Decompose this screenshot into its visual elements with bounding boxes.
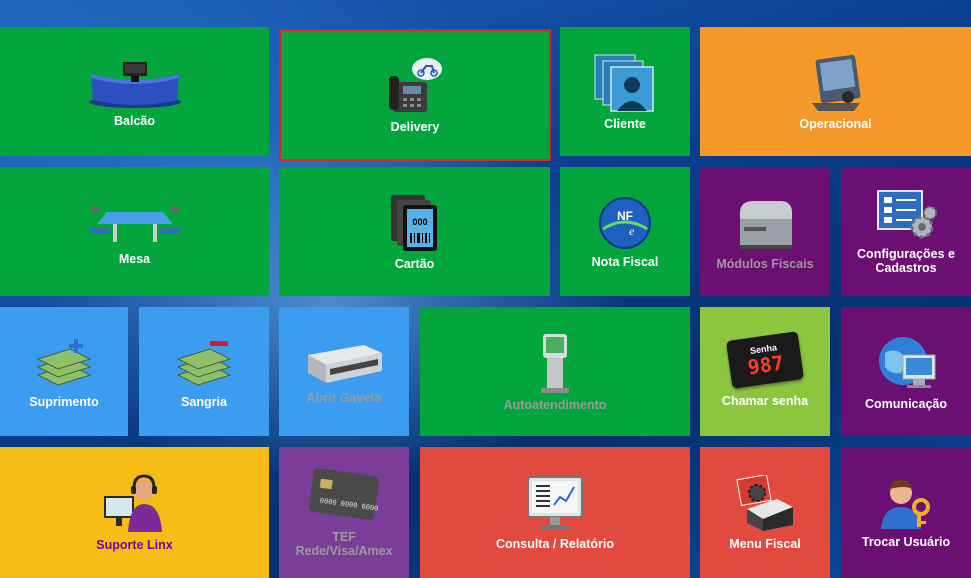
tile-menu-fiscal[interactable]: Menu Fiscal — [700, 447, 830, 578]
tile-label-line2: Rede/Visa/Amex — [295, 543, 393, 558]
tile-sangria[interactable]: Sangria — [139, 307, 269, 436]
tile-trocar-usuario[interactable]: Trocar Usuário — [841, 447, 971, 578]
control-panel-icon — [811, 54, 860, 111]
tile-label: Operacional — [799, 116, 872, 131]
tile-chamar-senha[interactable]: Senha 987 Chamar senha — [700, 307, 830, 436]
tile-nota-fiscal[interactable]: NF e Nota Fiscal — [560, 167, 690, 296]
display-number: 987 — [746, 350, 786, 379]
tile-label: Comunicação — [865, 396, 947, 411]
tile-mesa[interactable]: Mesa — [0, 167, 269, 296]
tile-label: Mesa — [118, 251, 151, 266]
tile-label: Autoatendimento — [503, 397, 607, 412]
svg-text:NF: NF — [617, 209, 633, 223]
tile-delivery[interactable]: Delivery — [279, 29, 551, 161]
tile-suprimento[interactable]: Suprimento — [0, 307, 128, 436]
money-minus-icon — [176, 340, 232, 386]
tile-configuracoes[interactable]: Configurações e Cadastros — [841, 167, 971, 296]
tile-modulos-fiscais[interactable]: Módulos Fiscais — [700, 167, 830, 296]
tile-label: Menu Fiscal — [729, 536, 801, 551]
delivery-phone-icon — [389, 58, 442, 112]
tile-label: Configurações e Cadastros — [857, 246, 955, 275]
fiscal-printer-icon — [736, 474, 793, 531]
tile-consulta[interactable]: Consulta / Relatório — [420, 447, 690, 578]
client-icon — [594, 54, 654, 112]
tile-balcao[interactable]: Balcão — [0, 27, 269, 156]
tile-label: Cliente — [604, 116, 646, 131]
tile-comunicacao[interactable]: Comunicação — [841, 307, 971, 436]
table-icon — [88, 205, 181, 242]
tile-label-line1: TEF — [332, 529, 356, 544]
settings-icon — [877, 189, 937, 238]
tile-label: Consulta / Relatório — [495, 536, 615, 551]
counter-icon — [88, 61, 181, 108]
tile-label: Abrir Gaveta — [306, 390, 382, 405]
tile-abrir-gaveta[interactable]: Abrir Gaveta — [279, 307, 409, 436]
tile-cartao[interactable]: 000 Cartão — [279, 167, 550, 296]
credit-card-icon: 0000 0000 0000 — [308, 467, 380, 520]
tile-tef[interactable]: 0000 0000 0000 TEF Rede/Visa/Amex — [279, 447, 409, 578]
support-agent-icon — [103, 473, 162, 532]
user-key-icon — [881, 479, 930, 529]
tile-label: Balcão — [114, 113, 155, 128]
tile-label: Delivery — [390, 120, 440, 134]
tile-autoatendimento[interactable]: Autoatendimento — [420, 307, 690, 436]
printer-icon — [740, 200, 792, 249]
tile-suporte-linx[interactable]: Suporte Linx — [0, 447, 269, 578]
nfe-icon: NF e — [599, 196, 651, 249]
tile-label: Módulos Fiscais — [716, 256, 814, 271]
report-monitor-icon — [527, 475, 583, 529]
tile-label: Cartão — [394, 256, 435, 271]
svg-text:e: e — [629, 224, 635, 238]
tile-operacional[interactable]: Operacional — [700, 27, 971, 156]
kiosk-icon — [541, 333, 569, 393]
tile-label: Suprimento — [29, 394, 99, 409]
tile-label: TEF Rede/Visa/Amex — [295, 530, 392, 558]
tile-label: Sangria — [181, 394, 227, 409]
globe-monitor-icon — [879, 336, 936, 388]
tile-cliente[interactable]: Cliente — [560, 27, 690, 156]
cash-drawer-icon — [308, 344, 382, 383]
tile-label: Trocar Usuário — [861, 534, 951, 549]
tile-label: Chamar senha — [721, 393, 809, 408]
tile-label: Nota Fiscal — [591, 254, 659, 269]
svg-text:000: 000 — [412, 217, 427, 227]
tile-label: Suporte Linx — [96, 537, 173, 552]
card-icon: 000 — [390, 194, 437, 251]
money-plus-icon — [36, 338, 92, 386]
queue-display-icon: Senha 987 — [726, 330, 804, 389]
